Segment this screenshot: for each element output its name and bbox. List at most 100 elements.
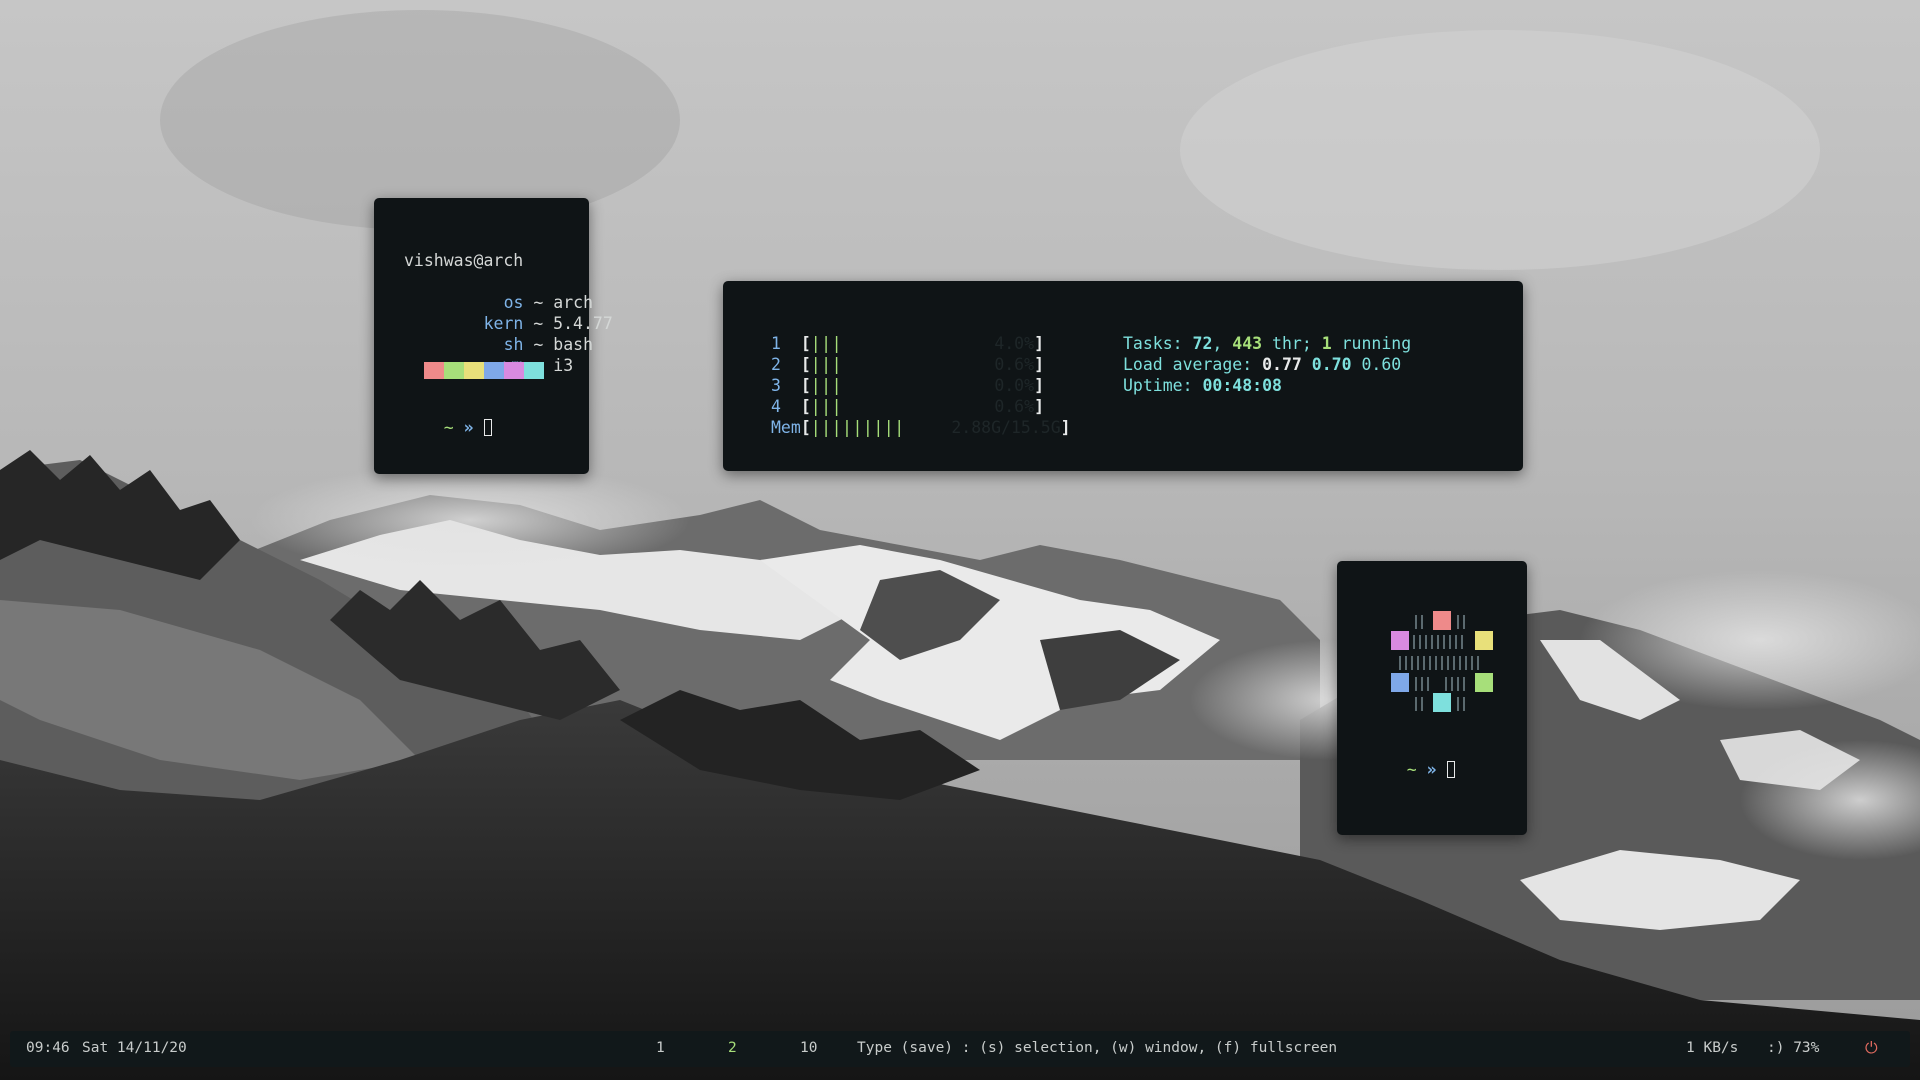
pipe-stroke: [1477, 656, 1479, 670]
pipes-terminal-window[interactable]: ~ »: [1337, 561, 1527, 835]
palette-swatch: [484, 362, 504, 379]
mem-label: Mem: [771, 418, 801, 437]
pipe-stroke: [1419, 635, 1421, 649]
pipe-stroke: [1427, 677, 1429, 691]
pipe-block: [1475, 631, 1493, 650]
shell-prompt[interactable]: ~ »: [404, 396, 492, 437]
shell-prompt[interactable]: ~ »: [1367, 738, 1455, 779]
pipe-stroke: [1415, 615, 1417, 629]
prompt-tilde: ~: [443, 418, 454, 437]
pipe-stroke: [1457, 697, 1459, 711]
pipe-block: [1391, 631, 1409, 650]
cpu-label: 1: [771, 334, 781, 353]
pipe-stroke: [1421, 677, 1423, 691]
pipe-stroke: [1421, 615, 1423, 629]
fetch-separator: ~: [533, 293, 544, 312]
color-palette: [424, 362, 544, 379]
tasks-count: 72: [1192, 334, 1213, 353]
pipe-stroke: [1399, 656, 1401, 670]
text-cursor: [1446, 761, 1455, 778]
mem-value: 2.88G/15.5G: [951, 418, 1061, 437]
uptime-label: Uptime:: [1123, 376, 1193, 395]
pipe-stroke: [1459, 656, 1461, 670]
palette-swatch: [504, 362, 524, 379]
mem-meter: Mem[||||||||| 2.88G/15.5G]: [771, 418, 1071, 437]
workspace-1[interactable]: 1: [656, 1040, 665, 1056]
load-5: 0.70: [1311, 355, 1352, 374]
fetch-separator: ~: [533, 335, 544, 354]
pipe-stroke: [1431, 635, 1433, 649]
pipe-stroke: [1421, 697, 1423, 711]
pipe-stroke: [1455, 635, 1457, 649]
pipe-stroke: [1463, 697, 1465, 711]
pipe-stroke: [1451, 677, 1453, 691]
pipe-stroke: [1471, 656, 1473, 670]
text-cursor: [483, 419, 492, 436]
user-host: vishwas@arch: [404, 251, 524, 270]
pipe-stroke: [1461, 635, 1463, 649]
pipe-stroke: [1413, 635, 1415, 649]
pipe-stroke: [1415, 697, 1417, 711]
fetch-value-kern: 5.4.77: [553, 314, 613, 333]
pipe-block: [1391, 673, 1409, 692]
pipe-stroke: [1405, 656, 1407, 670]
cpu-meter-2: 2 [||| 0.6%]: [771, 355, 1044, 374]
pipe-stroke: [1445, 677, 1447, 691]
pipe-block: [1433, 693, 1451, 712]
power-icon[interactable]: ⏻: [1865, 1038, 1878, 1058]
pipe-stroke: [1411, 656, 1413, 670]
workspace-2[interactable]: 2: [728, 1040, 737, 1056]
load-1: 0.77: [1262, 355, 1302, 374]
uptime-line: Uptime: 00:48:08: [1123, 375, 1411, 396]
uptime-value: 00:48:08: [1202, 376, 1282, 395]
pipe-stroke: [1447, 656, 1449, 670]
pipes-art: [1385, 609, 1493, 719]
cpu-value: 0.0%: [994, 376, 1035, 395]
workspace-10[interactable]: 10: [800, 1040, 817, 1056]
prompt-arrow-icon: »: [1426, 760, 1437, 779]
cpu-bar: |||: [810, 355, 843, 374]
pipe-stroke: [1417, 656, 1419, 670]
pipe-stroke: [1453, 656, 1455, 670]
fetch-key-kern: kern: [483, 314, 524, 333]
pipe-stroke: [1429, 656, 1431, 670]
cpu-label: 2: [771, 355, 781, 374]
cpu-meter-4: 4 [||| 0.6%]: [771, 397, 1044, 416]
network-speed: 1 KB/s: [1686, 1040, 1739, 1056]
desktop-wallpaper: [0, 0, 1920, 1080]
cpu-meter-3: 3 [||| 0.0%]: [771, 376, 1044, 395]
pipe-block: [1475, 673, 1493, 692]
pipe-stroke: [1463, 615, 1465, 629]
threads-label: thr;: [1272, 334, 1312, 353]
fetch-value-os: arch: [553, 293, 594, 312]
pipe-stroke: [1457, 615, 1459, 629]
battery-status: :) 73%: [1767, 1040, 1820, 1056]
fetch-separator: ~: [533, 314, 544, 333]
pipe-stroke: [1437, 635, 1439, 649]
htop-terminal-window[interactable]: 1 [||| 4.0%] 2 [||| 0.6%] 3 [||| 0.0%] 4 [|…: [723, 281, 1523, 471]
tasks-line: Tasks: 72, 443 thr; 1 running: [1123, 334, 1412, 353]
cpu-bar: |||: [810, 397, 843, 416]
clock-time: 09:46: [26, 1040, 70, 1056]
fetch-key-sh: sh: [503, 335, 524, 354]
pipe-stroke: [1465, 656, 1467, 670]
status-bar: 09:46 Sat 14/11/20 1 2 10 Type (save) : …: [10, 1031, 1910, 1067]
pipe-stroke: [1441, 656, 1443, 670]
cpu-value: 0.6%: [994, 355, 1035, 374]
load-average-line: Load average: 0.77 0.70 0.60: [1123, 354, 1411, 375]
clock-date: Sat 14/11/20: [82, 1040, 187, 1056]
palette-swatch: [464, 362, 484, 379]
pipe-stroke: [1463, 677, 1465, 691]
pipe-stroke: [1457, 677, 1459, 691]
cpu-value: 4.0%: [994, 334, 1035, 353]
fetch-terminal-window[interactable]: vishwas@arch os ~ arch kern ~ 5.4.77 sh …: [374, 198, 613, 474]
load-label: Load average:: [1123, 355, 1253, 374]
mode-hint: Type (save) : (s) selection, (w) window,…: [857, 1040, 1338, 1056]
pipe-stroke: [1425, 635, 1427, 649]
pipe-stroke: [1449, 635, 1451, 649]
pipe-stroke: [1423, 656, 1425, 670]
pipe-stroke: [1435, 656, 1437, 670]
pipe-stroke: [1415, 677, 1417, 691]
palette-swatch: [444, 362, 464, 379]
pipe-stroke: [1443, 635, 1445, 649]
